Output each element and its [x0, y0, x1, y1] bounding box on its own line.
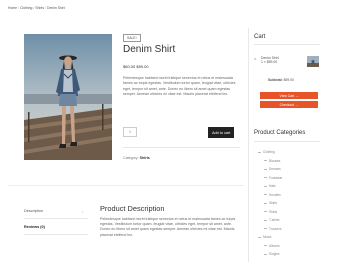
- category-item[interactable]: Footwear: [264, 176, 282, 180]
- summary-divider: [123, 147, 240, 148]
- category-item-label: Albums: [269, 243, 280, 248]
- breadcrumb-current: Denim Shirt: [47, 6, 65, 10]
- view-cart-button[interactable]: View Cart →: [260, 92, 318, 99]
- category-item[interactable]: Blouses: [264, 159, 280, 163]
- dash-icon: [264, 211, 267, 212]
- category-link[interactable]: Shirts: [140, 156, 150, 160]
- product-categories-rule: [254, 141, 320, 142]
- cart-subtotal: Subtotal: $59.00: [268, 78, 294, 82]
- breadcrumb-home[interactable]: Home: [8, 6, 17, 10]
- category-item[interactable]: Albums: [264, 244, 280, 248]
- product-short-description: Pellentesque habitant morbi tristique se…: [123, 76, 236, 97]
- quantity-input[interactable]: 1: [123, 127, 137, 137]
- category-item-label: Hats: [269, 184, 276, 188]
- dash-icon: [258, 236, 261, 238]
- category-item[interactable]: Hoodies: [264, 193, 281, 197]
- category-item-label: Clothing: [263, 150, 275, 154]
- breadcrumb-clothing[interactable]: Clothing: [20, 6, 32, 10]
- category-item[interactable]: Hats: [264, 184, 276, 188]
- category-item-label: Music: [263, 235, 272, 239]
- category-item[interactable]: Shirts: [264, 210, 277, 214]
- cart-title-rule: [254, 44, 320, 45]
- dash-icon: [264, 202, 267, 204]
- dash-icon: [264, 168, 267, 170]
- category-item-label: Hoodies: [269, 192, 281, 197]
- cart-item: Denim Shirt 1 × $59.00: [261, 56, 297, 65]
- sidebar-divider: [248, 28, 249, 262]
- product-image[interactable]: [24, 34, 112, 160]
- category-item-label: Blouses: [269, 158, 281, 163]
- dash-icon: [264, 228, 267, 229]
- cart-item-qty-price: 1 × $59.00: [261, 60, 278, 65]
- category-item-label: Singles: [269, 252, 280, 256]
- category-item[interactable]: Singles: [264, 252, 279, 256]
- category-item-label: Footwear: [269, 175, 283, 180]
- category-item[interactable]: Dresses: [264, 167, 281, 171]
- dash-icon: [264, 160, 267, 161]
- remove-item-icon[interactable]: ×: [254, 56, 256, 61]
- product-price: $60.00 $59.00: [123, 64, 149, 69]
- dash-icon: [264, 185, 267, 187]
- category-item[interactable]: T-shirts: [264, 218, 279, 222]
- tab-description[interactable]: Description: [24, 209, 43, 213]
- tabs-section-rule: [8, 185, 244, 186]
- checkout-button[interactable]: Checkout →: [260, 101, 318, 108]
- add-to-cart-button[interactable]: Add to cart: [208, 127, 235, 138]
- cart-subtotal-label: Subtotal:: [268, 78, 283, 82]
- product-description-text: Pellentesque habitant morbi tristique se…: [100, 217, 236, 237]
- category-item-label: Dresses: [269, 167, 281, 171]
- category-item[interactable]: Trousers: [264, 227, 281, 231]
- sale-badge: SALE!: [123, 34, 141, 42]
- cart-item-thumbnail[interactable]: [307, 55, 319, 67]
- dash-icon: [264, 253, 267, 255]
- category-label: Category:: [123, 156, 139, 160]
- category-item[interactable]: Skirts: [264, 201, 277, 205]
- chevron-right-icon: ›: [82, 209, 84, 214]
- dash-icon: [264, 245, 267, 246]
- product-categories-list: Clothing Blouses Dresses Footwear Hats Hoodie…: [258, 150, 328, 260]
- category-item-label: Skirts: [269, 201, 277, 205]
- dash-icon: [264, 194, 267, 195]
- breadcrumb-shirts[interactable]: Shirts: [35, 6, 44, 10]
- category-item-label: T-shirts: [269, 218, 280, 222]
- breadcrumb: Home/Clothing/Shirts/Denim Shirt: [8, 6, 65, 10]
- cart-widget-title: Cart: [254, 34, 266, 40]
- category-item[interactable]: Music: [258, 235, 271, 239]
- tab-separator: [24, 218, 88, 219]
- cart-subtotal-value: $59.00: [283, 78, 295, 82]
- tab-separator: [24, 234, 88, 235]
- tab-reviews[interactable]: Reviews (0): [24, 225, 45, 229]
- category-item-label: Trousers: [269, 226, 282, 231]
- product-category: Category: Shirts: [123, 156, 150, 160]
- product-description-title: Product Description: [100, 204, 165, 213]
- product-categories-title: Product Categories: [254, 130, 306, 136]
- category-item[interactable]: Clothing: [258, 150, 275, 154]
- category-item-label: Shirts: [269, 209, 278, 214]
- dash-icon: [258, 151, 261, 153]
- dash-icon: [264, 177, 267, 178]
- cart-thumbnail-illustration: [307, 56, 319, 67]
- dash-icon: [264, 219, 267, 221]
- product-title: Denim Shirt: [123, 44, 176, 55]
- product-photo-illustration: [24, 34, 112, 160]
